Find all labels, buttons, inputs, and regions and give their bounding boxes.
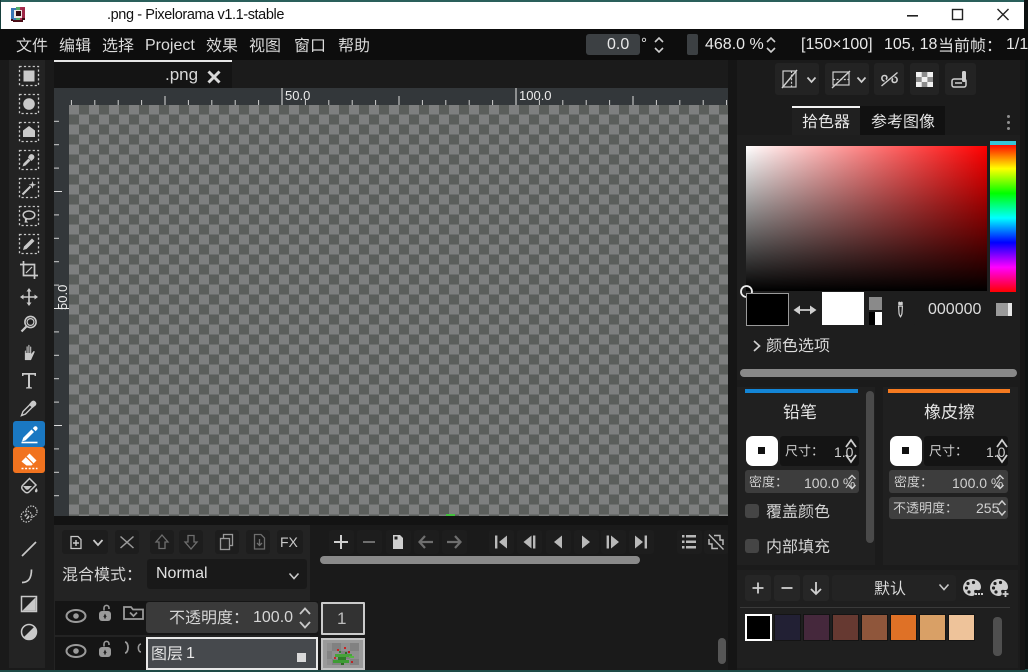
svg-text:50.0: 50.0 [55, 285, 69, 310]
svg-text:100.0: 100.0 [519, 88, 552, 103]
svg-text:50.0: 50.0 [285, 88, 310, 103]
